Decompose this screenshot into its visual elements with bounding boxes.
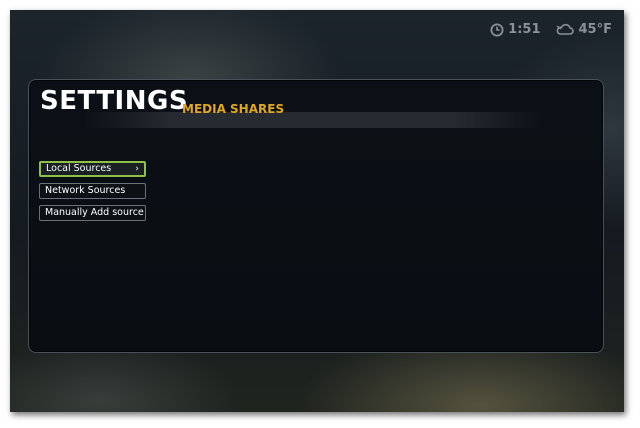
menu-item-local-sources[interactable]: Local Sources › (39, 161, 146, 177)
settings-panel: SETTINGS MEDIA SHARES Local Sources › Ne… (28, 79, 604, 353)
temperature: 45°F (578, 22, 612, 37)
clock-icon (490, 23, 504, 37)
clock-widget: 1:51 (490, 22, 541, 37)
sources-menu: Local Sources › Network Sources Manually… (39, 161, 146, 221)
page-title: SETTINGS (40, 86, 189, 116)
clock-time: 1:51 (508, 22, 541, 37)
cloud-icon (555, 23, 575, 37)
section-subtitle: MEDIA SHARES (182, 102, 285, 116)
menu-item-label: Local Sources (46, 163, 112, 174)
status-bar: 1:51 45°F (490, 22, 612, 37)
menu-item-manually-add-source[interactable]: Manually Add source (39, 205, 146, 221)
media-center-screen: 1:51 45°F SETTINGS MEDIA SHARES Local So… (10, 10, 624, 412)
weather-widget: 45°F (555, 22, 612, 37)
menu-item-label: Network Sources (45, 185, 126, 196)
chevron-right-icon: › (135, 164, 139, 174)
menu-item-network-sources[interactable]: Network Sources (39, 183, 146, 199)
menu-item-label: Manually Add source (45, 207, 144, 218)
